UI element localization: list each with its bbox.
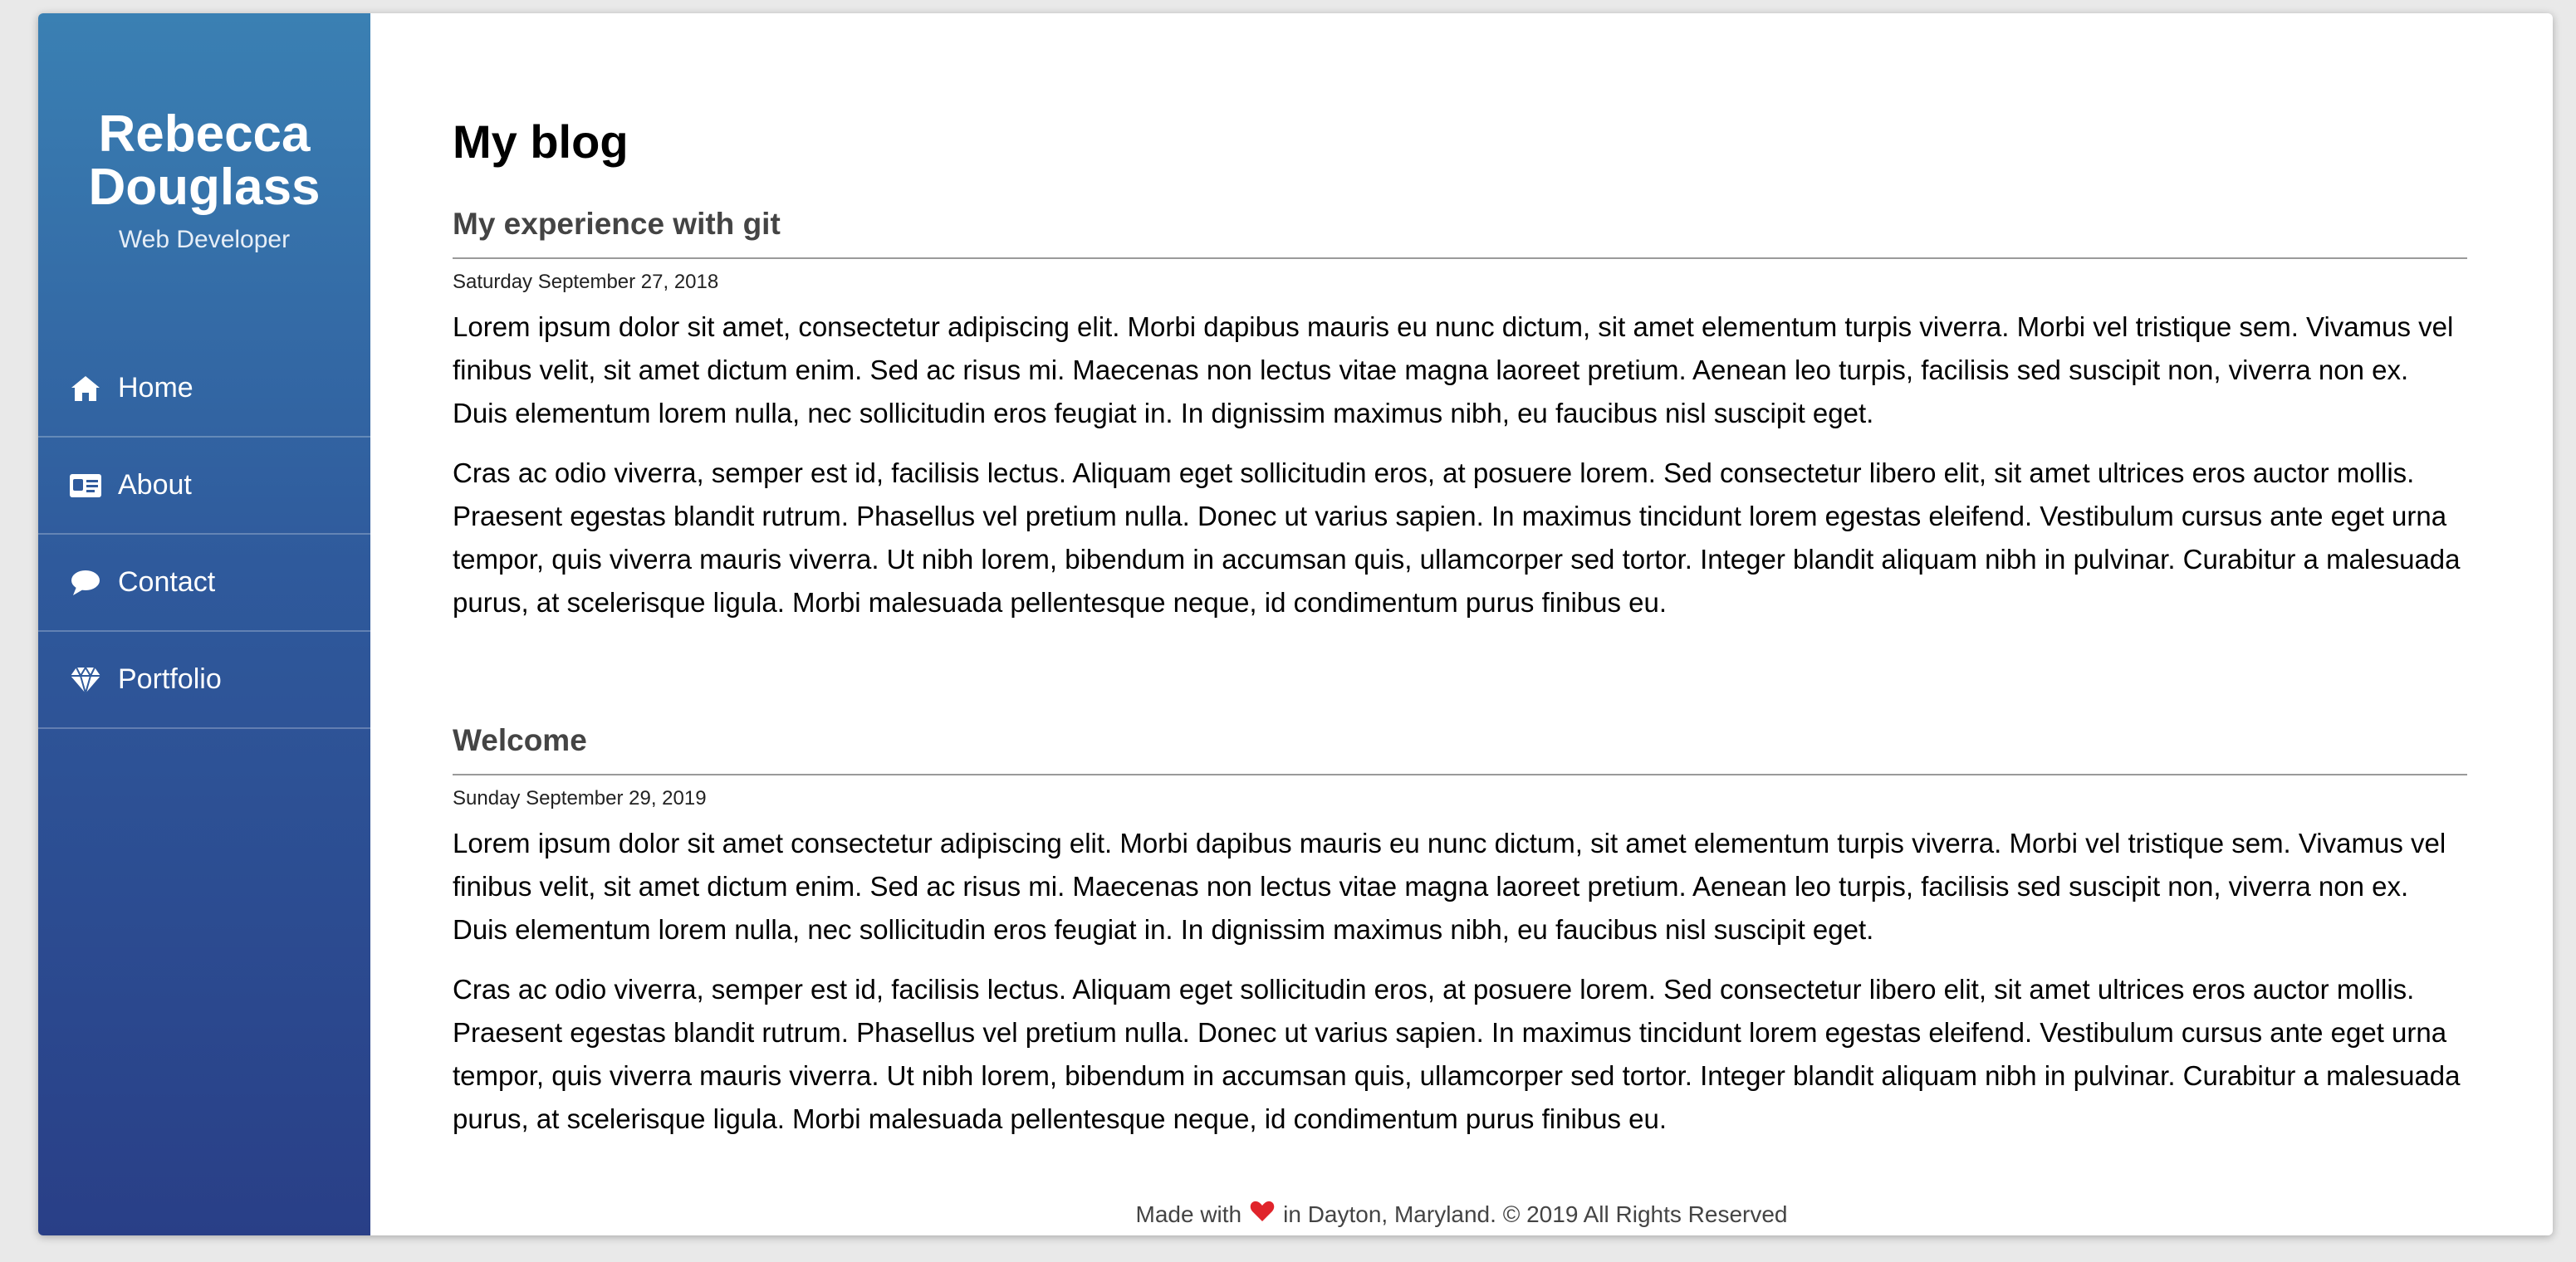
home-icon <box>68 374 103 404</box>
author-role: Web Developer <box>118 226 291 253</box>
post-title[interactable]: My experience with git <box>453 206 2467 259</box>
post-title[interactable]: Welcome <box>453 722 2467 775</box>
sidebar-item-portfolio[interactable]: Portfolio <box>38 632 370 729</box>
post-date: Saturday September 27, 2018 <box>453 271 719 293</box>
page-title: My blog <box>453 115 629 168</box>
sidebar-item-contact[interactable]: Contact <box>38 535 370 632</box>
sidebar-item-home[interactable]: Home <box>38 340 370 438</box>
id-card-icon <box>68 471 103 501</box>
chat-icon <box>68 568 103 598</box>
main-content: My blog My experience with git Saturday … <box>370 13 2553 1235</box>
post-paragraph: Cras ac odio viverra, semper est id, fac… <box>453 974 2461 1134</box>
sidebar: Rebecca Douglass Web Developer Home Abou… <box>38 13 370 1235</box>
footer-text-after: in Dayton, Maryland. © 2019 All Rights R… <box>1283 1201 1788 1227</box>
footer: Made with in Dayton, Maryland. © 2019 All… <box>370 1201 2553 1231</box>
sidebar-item-about[interactable]: About <box>38 438 370 535</box>
author-name[interactable]: Rebecca Douglass <box>38 108 370 214</box>
author-name-line1: Rebecca <box>98 105 311 163</box>
sidebar-item-label: Contact <box>118 566 216 598</box>
diamond-icon <box>68 665 103 695</box>
post-paragraph: Lorem ipsum dolor sit amet, consectetur … <box>453 311 2454 428</box>
blog-post: My experience with git Saturday Septembe… <box>453 206 2467 624</box>
footer-text-before: Made with <box>1135 1201 1242 1227</box>
app-window: Rebecca Douglass Web Developer Home Abou… <box>38 13 2553 1235</box>
post-paragraph: Cras ac odio viverra, semper est id, fac… <box>453 457 2461 618</box>
blog-post: Welcome Sunday September 29, 2019 Lorem … <box>453 722 2467 1141</box>
sidebar-item-label: Home <box>118 372 193 404</box>
brand: Rebecca Douglass Web Developer <box>38 13 370 254</box>
post-date: Sunday September 29, 2019 <box>453 787 707 810</box>
sidebar-nav: Home About Contact Portfolio <box>38 340 370 729</box>
author-name-line2: Douglass <box>88 159 321 216</box>
sidebar-item-label: Portfolio <box>118 663 222 695</box>
sidebar-item-label: About <box>118 469 192 501</box>
post-paragraph: Lorem ipsum dolor sit amet consectetur a… <box>453 828 2446 945</box>
heart-icon <box>1250 1201 1275 1228</box>
